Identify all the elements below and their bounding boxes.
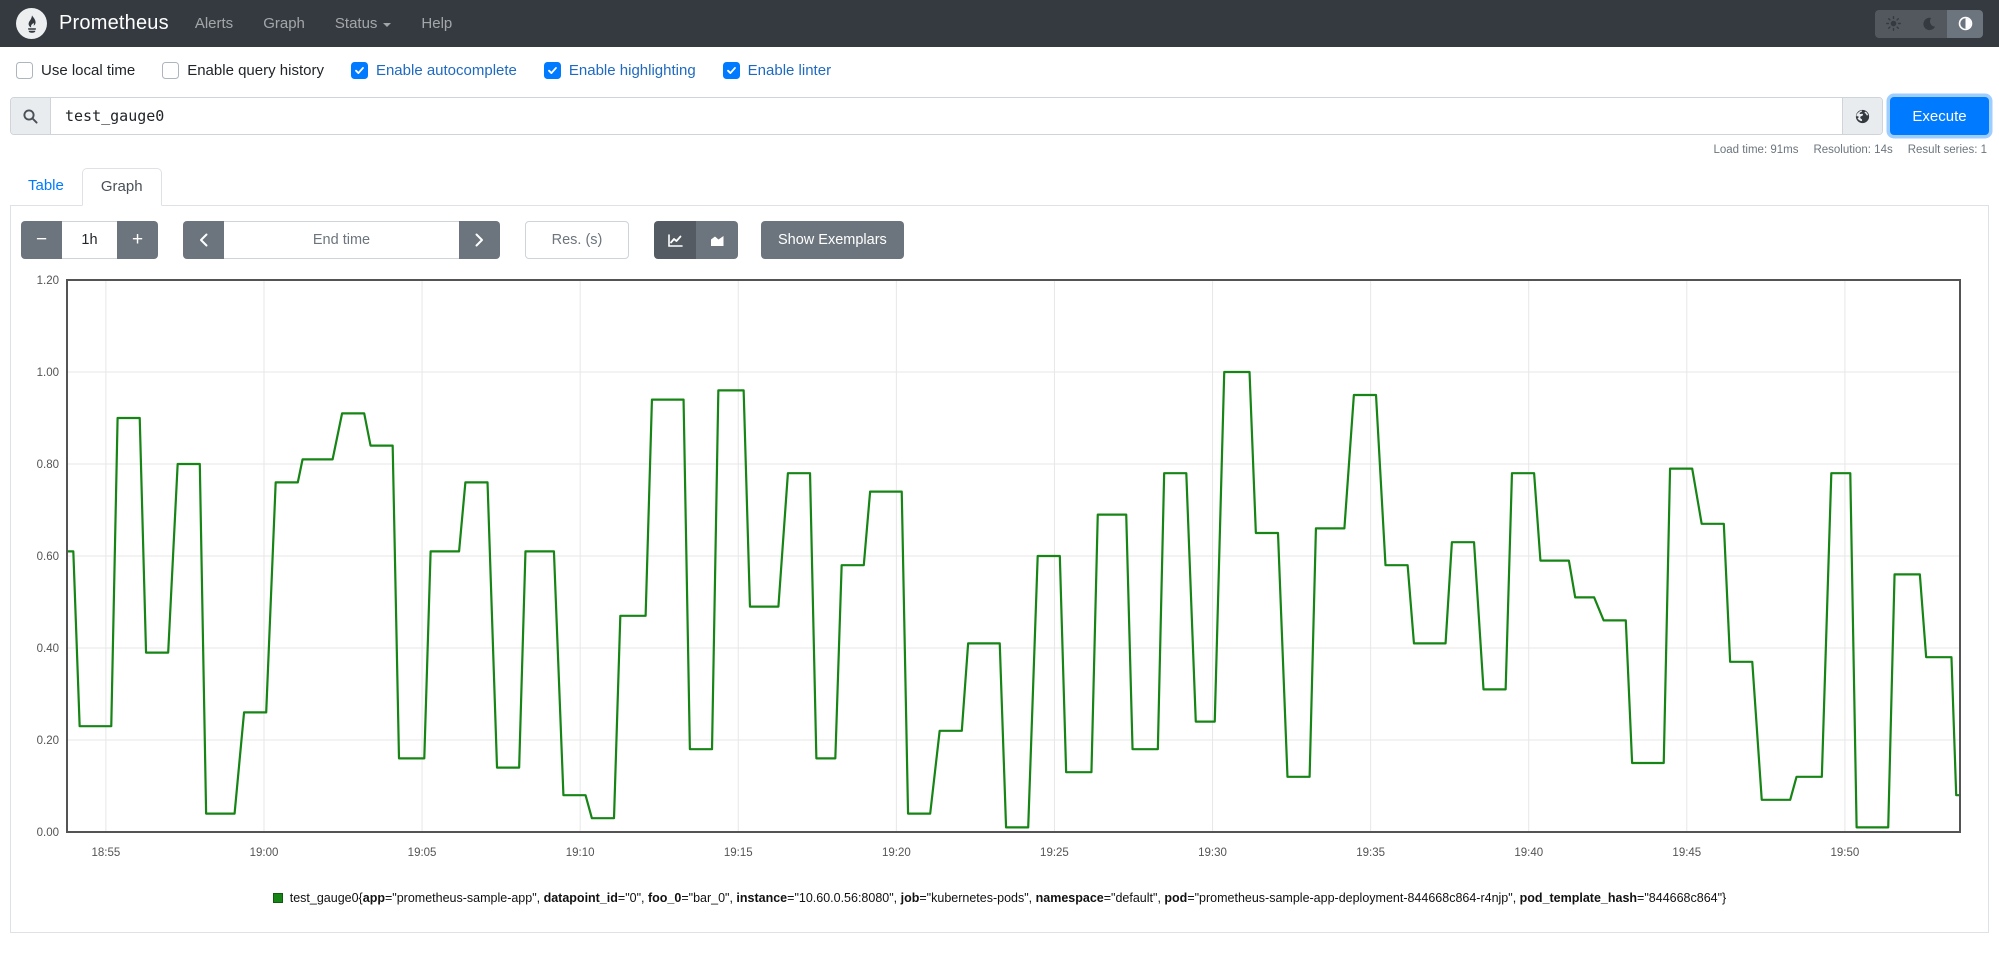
svg-text:19:25: 19:25 bbox=[1040, 847, 1069, 859]
svg-text:18:55: 18:55 bbox=[92, 847, 121, 859]
svg-text:19:15: 19:15 bbox=[724, 847, 753, 859]
tab-graph[interactable]: Graph bbox=[81, 168, 162, 206]
checkbox-enable-autocomplete[interactable]: Enable autocomplete bbox=[350, 61, 517, 79]
legend: test_gauge0{app="prometheus-sample-app",… bbox=[11, 891, 1988, 905]
svg-text:19:30: 19:30 bbox=[1198, 847, 1227, 859]
svg-text:0.80: 0.80 bbox=[37, 459, 59, 471]
nav-item-alerts[interactable]: Alerts bbox=[195, 15, 233, 32]
result-tabs: Table Graph bbox=[10, 168, 1989, 206]
chart-plot[interactable]: 18:55 19:00 19:05 19:10 19:15 19:20 19:25 19:30… bbox=[12, 270, 1972, 868]
line-chart-icon bbox=[667, 233, 683, 247]
nav-item-help[interactable]: Help bbox=[421, 15, 452, 32]
end-time-input[interactable] bbox=[224, 221, 459, 259]
svg-text:19:45: 19:45 bbox=[1672, 847, 1701, 859]
range-input[interactable] bbox=[62, 221, 117, 259]
area-chart-icon bbox=[710, 235, 723, 246]
nav-item-graph[interactable]: Graph bbox=[263, 15, 305, 32]
svg-text:0.00: 0.00 bbox=[37, 827, 59, 839]
metrics-explorer-button[interactable] bbox=[1842, 98, 1882, 134]
checkbox-use-local-time[interactable]: Use local time bbox=[16, 61, 135, 79]
series-swatch-icon bbox=[272, 893, 283, 903]
chart-type-toggle bbox=[654, 221, 738, 259]
options-row: Use local time Enable query history Enab… bbox=[0, 47, 1999, 93]
graph-controls: − + Show Exemplars bbox=[21, 221, 1988, 259]
svg-text:1.00: 1.00 bbox=[37, 367, 59, 379]
chevron-right-icon bbox=[475, 233, 483, 247]
series-label: test_gauge0{app="prometheus-sample-app",… bbox=[289, 891, 1727, 905]
brand-link[interactable]: Prometheus bbox=[16, 8, 169, 39]
checkbox-icon bbox=[162, 61, 180, 79]
query-stats: Load time: 91ms Resolution: 14s Result s… bbox=[12, 144, 1987, 156]
checkbox-icon bbox=[16, 61, 33, 79]
dark-theme-button[interactable] bbox=[1911, 9, 1947, 38]
resolution-input[interactable] bbox=[525, 221, 629, 259]
time-back-button[interactable] bbox=[183, 221, 224, 259]
show-exemplars-button[interactable]: Show Exemplars bbox=[761, 221, 904, 259]
search-icon bbox=[11, 98, 51, 134]
nav-item-status[interactable]: Status bbox=[335, 15, 392, 32]
svg-text:1.20: 1.20 bbox=[37, 275, 59, 287]
contrast-icon bbox=[1958, 16, 1972, 31]
range-decrease-button[interactable]: − bbox=[21, 221, 62, 259]
checkbox-checked-icon bbox=[350, 61, 368, 79]
query-input-group bbox=[10, 97, 1883, 135]
time-forward-button[interactable] bbox=[459, 221, 500, 259]
resolution-stat: Resolution: 14s bbox=[1813, 144, 1893, 156]
theme-toggle-group bbox=[1875, 9, 1983, 38]
navbar: Prometheus Alerts Graph Status Help bbox=[0, 0, 1999, 47]
svg-text:0.20: 0.20 bbox=[37, 735, 59, 747]
svg-text:19:05: 19:05 bbox=[408, 847, 437, 859]
moon-icon bbox=[1923, 17, 1936, 30]
stacked-chart-button[interactable] bbox=[696, 221, 738, 259]
svg-text:19:50: 19:50 bbox=[1831, 847, 1860, 859]
checkbox-enable-query-history[interactable]: Enable query history bbox=[162, 61, 324, 79]
svg-text:19:00: 19:00 bbox=[250, 847, 279, 859]
checkbox-enable-highlighting[interactable]: Enable highlighting bbox=[543, 61, 696, 79]
auto-theme-button[interactable] bbox=[1947, 9, 1983, 38]
sun-icon bbox=[1885, 16, 1901, 31]
range-control-group: − + bbox=[21, 221, 158, 259]
graph-panel: − + Show Exemplars 18:5519:0019:0519:101… bbox=[10, 206, 1989, 933]
execute-button[interactable]: Execute bbox=[1890, 97, 1989, 135]
query-bar: Execute bbox=[10, 97, 1989, 135]
prometheus-logo-icon bbox=[16, 8, 47, 39]
load-time-stat: Load time: 91ms bbox=[1713, 144, 1799, 156]
chevron-left-icon bbox=[200, 233, 208, 247]
chart-area: 18:55 19:00 19:05 19:10 19:15 19:20 19:25 19:30… bbox=[12, 270, 1988, 868]
light-theme-button[interactable] bbox=[1875, 9, 1911, 38]
app-title: Prometheus bbox=[59, 12, 169, 34]
svg-text:19:10: 19:10 bbox=[566, 847, 595, 859]
time-control-group bbox=[183, 221, 500, 259]
result-series-stat: Result series: 1 bbox=[1907, 144, 1987, 156]
checkbox-enable-linter[interactable]: Enable linter bbox=[722, 61, 831, 79]
svg-text:19:35: 19:35 bbox=[1356, 847, 1385, 859]
svg-text:19:20: 19:20 bbox=[882, 847, 911, 859]
query-expression-input[interactable] bbox=[51, 98, 1842, 134]
checkbox-checked-icon bbox=[543, 61, 561, 79]
globe-icon bbox=[1855, 109, 1870, 123]
checkbox-checked-icon bbox=[722, 61, 740, 79]
line-chart-button[interactable] bbox=[654, 221, 696, 259]
range-increase-button[interactable]: + bbox=[117, 221, 158, 259]
nav-links: Alerts Graph Status Help bbox=[195, 15, 452, 32]
chevron-down-icon bbox=[383, 22, 392, 27]
svg-text:0.40: 0.40 bbox=[37, 643, 59, 655]
svg-text:19:40: 19:40 bbox=[1514, 847, 1543, 859]
tab-table[interactable]: Table bbox=[10, 168, 82, 205]
svg-text:0.60: 0.60 bbox=[37, 551, 59, 563]
